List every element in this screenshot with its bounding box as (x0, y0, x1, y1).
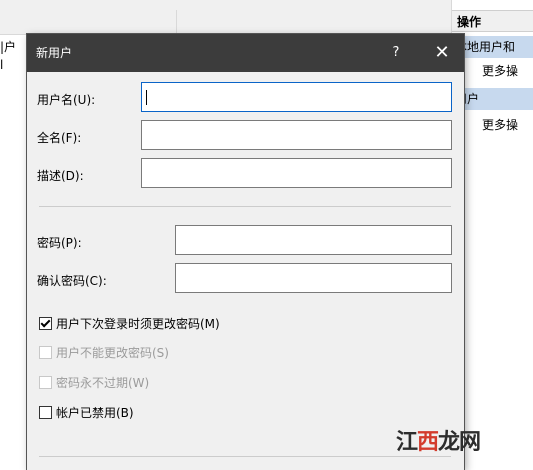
column-divider (176, 10, 177, 34)
actions-group-local-users[interactable]: 本地用户和 (452, 36, 533, 58)
background-tree-item: |户 (0, 40, 17, 54)
background-toolbar (0, 0, 455, 35)
username-label: 用户名(U): (37, 93, 96, 107)
actions-more-link[interactable]: 更多操 (482, 62, 518, 79)
checkbox-checked-icon[interactable] (39, 317, 52, 330)
description-input[interactable] (141, 158, 452, 188)
fullname-input[interactable] (141, 120, 452, 150)
close-icon[interactable]: ✕ (427, 34, 457, 72)
must-change-password-checkbox[interactable]: 用户下次登录时须更改密码(M) (39, 315, 220, 332)
password-label: 密码(P): (37, 236, 82, 250)
confirm-password-label: 确认密码(C): (37, 274, 107, 288)
section-divider (39, 206, 451, 207)
checkbox-icon[interactable] (39, 406, 52, 419)
dialog-titlebar[interactable]: 新用户 ? ✕ (27, 34, 464, 72)
checkbox-icon (39, 376, 52, 389)
confirm-password-input[interactable] (175, 263, 452, 293)
text-caret (146, 90, 147, 105)
password-never-expires-checkbox: 密码永不过期(W) (39, 374, 149, 391)
new-user-dialog: 新用户 ? ✕ 用户名(U): 全名(F): 描述(D): 密码(P): 确认密… (27, 34, 464, 470)
description-label: 描述(D): (37, 169, 84, 183)
fullname-label: 全名(F): (37, 131, 82, 145)
username-input[interactable] (141, 82, 452, 112)
password-input[interactable] (175, 225, 452, 255)
actions-group-users[interactable]: 用户 (452, 88, 533, 110)
bottom-divider (39, 456, 451, 457)
checkbox-icon (39, 346, 52, 359)
cannot-change-password-checkbox: 用户不能更改密码(S) (39, 344, 169, 361)
account-disabled-checkbox[interactable]: 帐户已禁用(B) (39, 404, 134, 421)
actions-header: 操作 (452, 10, 533, 32)
background-tree-item: l (0, 58, 4, 72)
actions-more-link[interactable]: 更多操 (482, 116, 518, 133)
help-button[interactable]: ? (383, 34, 409, 72)
dialog-title: 新用户 (36, 46, 73, 60)
watermark-logo: 江西龙网 (396, 430, 481, 455)
